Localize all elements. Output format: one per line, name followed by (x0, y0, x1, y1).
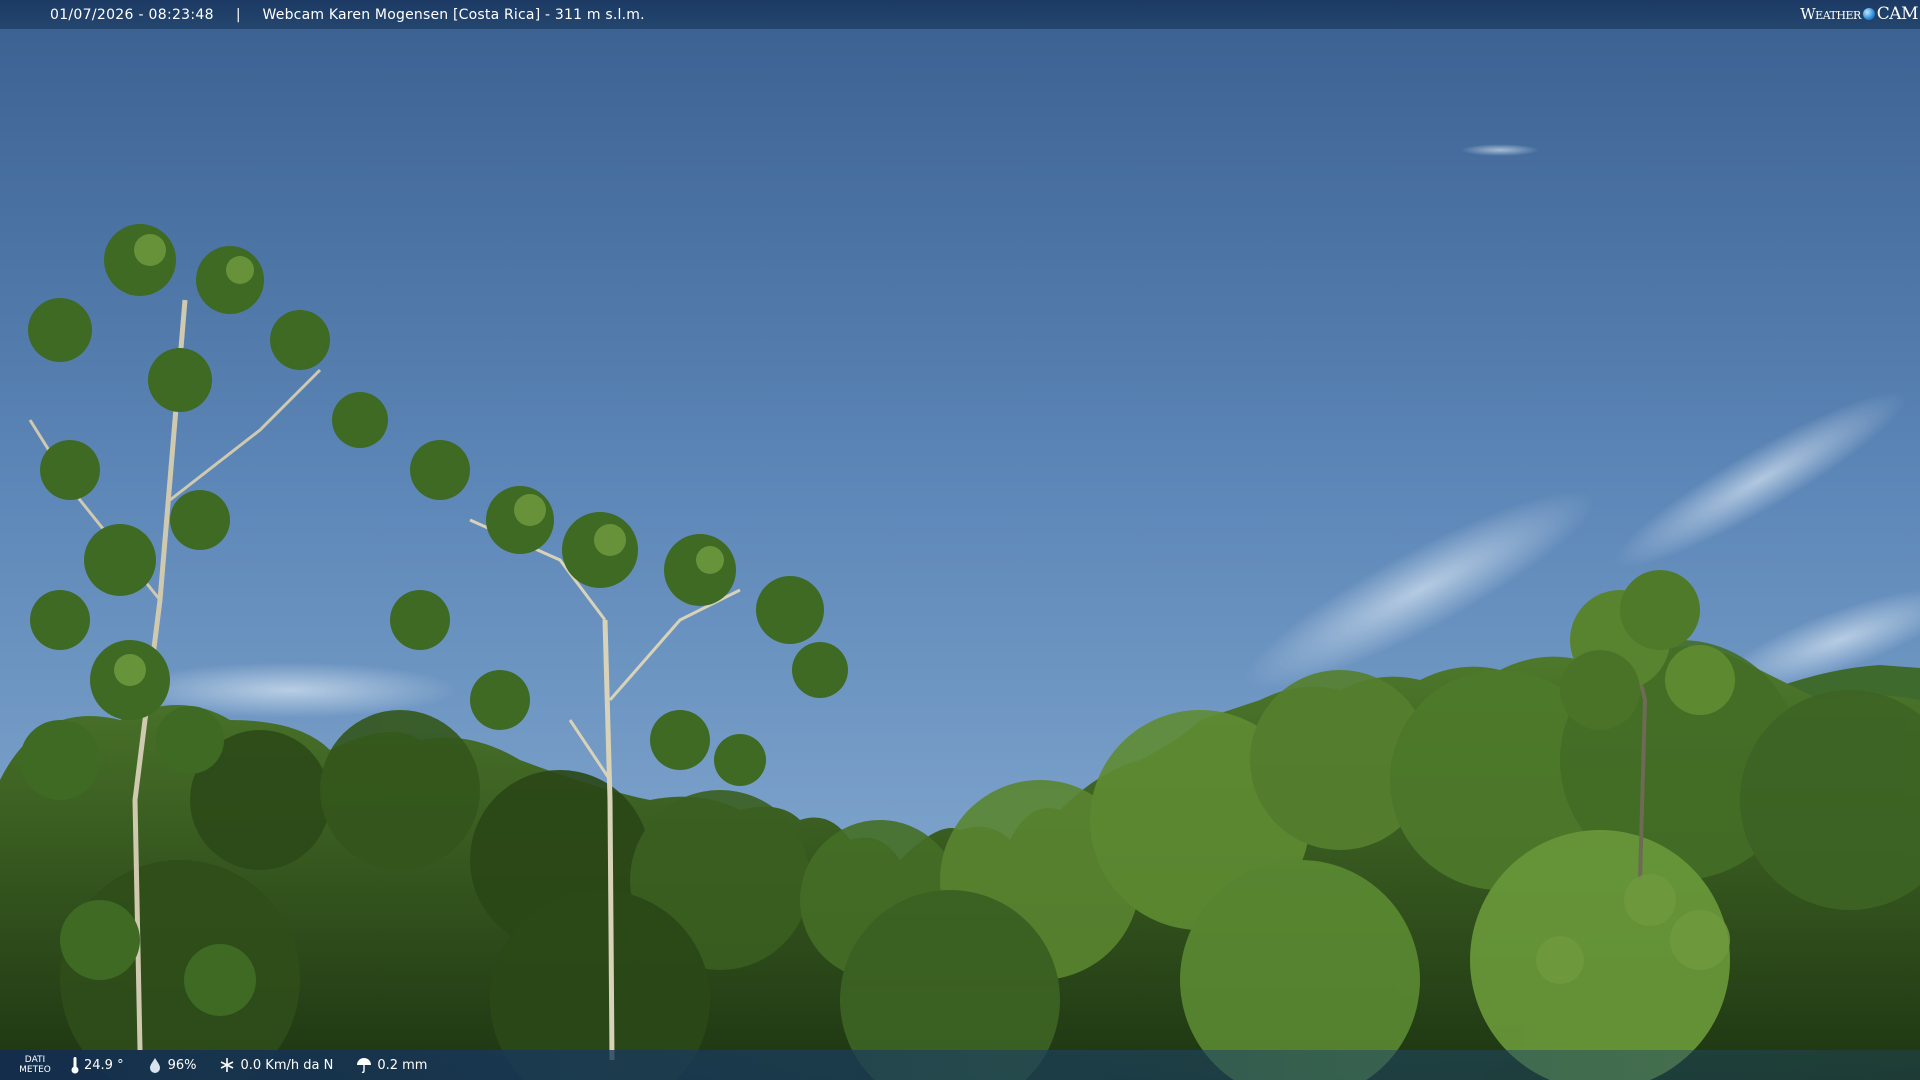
humidity-reading: 96% (146, 1056, 197, 1074)
temperature-reading: 24.9 ° (70, 1056, 124, 1074)
wind-icon (221, 1058, 234, 1072)
weather-label-line1: DATI (24, 1055, 46, 1065)
thermometer-icon (71, 1057, 79, 1074)
logo-word-weather: Weather (1800, 5, 1861, 23)
rain-value: 0.2 mm (377, 1057, 428, 1073)
webcam-image (0, 0, 1920, 1080)
title-separator: | (235, 6, 241, 23)
webcam-frame: 01/07/2026 - 08:23:48 | Webcam Karen Mog… (0, 0, 1920, 1080)
humidity-drop-icon (149, 1058, 160, 1073)
rain-reading: 0.2 mm (355, 1056, 427, 1074)
capture-datetime: 01/07/2026 - 08:23:48 (50, 6, 214, 23)
webcam-title: Webcam Karen Mogensen [Costa Rica] - 311… (262, 6, 645, 23)
weather-data-label: DATI METEO (0, 1055, 70, 1075)
wind-value: 0.0 Km/h da N (240, 1057, 334, 1073)
weathercam-logo: Weather CAM (1800, 3, 1918, 25)
logo-word-cam: CAM (1876, 4, 1919, 24)
top-info-bar: 01/07/2026 - 08:23:48 | Webcam Karen Mog… (0, 0, 1920, 29)
humidity-value: 96% (167, 1057, 197, 1073)
temperature-value: 24.9 ° (84, 1057, 124, 1073)
globe-icon (1862, 8, 1875, 20)
wind-reading: 0.0 Km/h da N (218, 1056, 333, 1074)
weather-label-line2: METEO (19, 1065, 51, 1075)
rain-umbrella-icon (357, 1058, 372, 1074)
weather-data-bar: DATI METEO 24.9 ° 96% 0.0 Km/h da N 0.2 … (0, 1050, 1920, 1080)
